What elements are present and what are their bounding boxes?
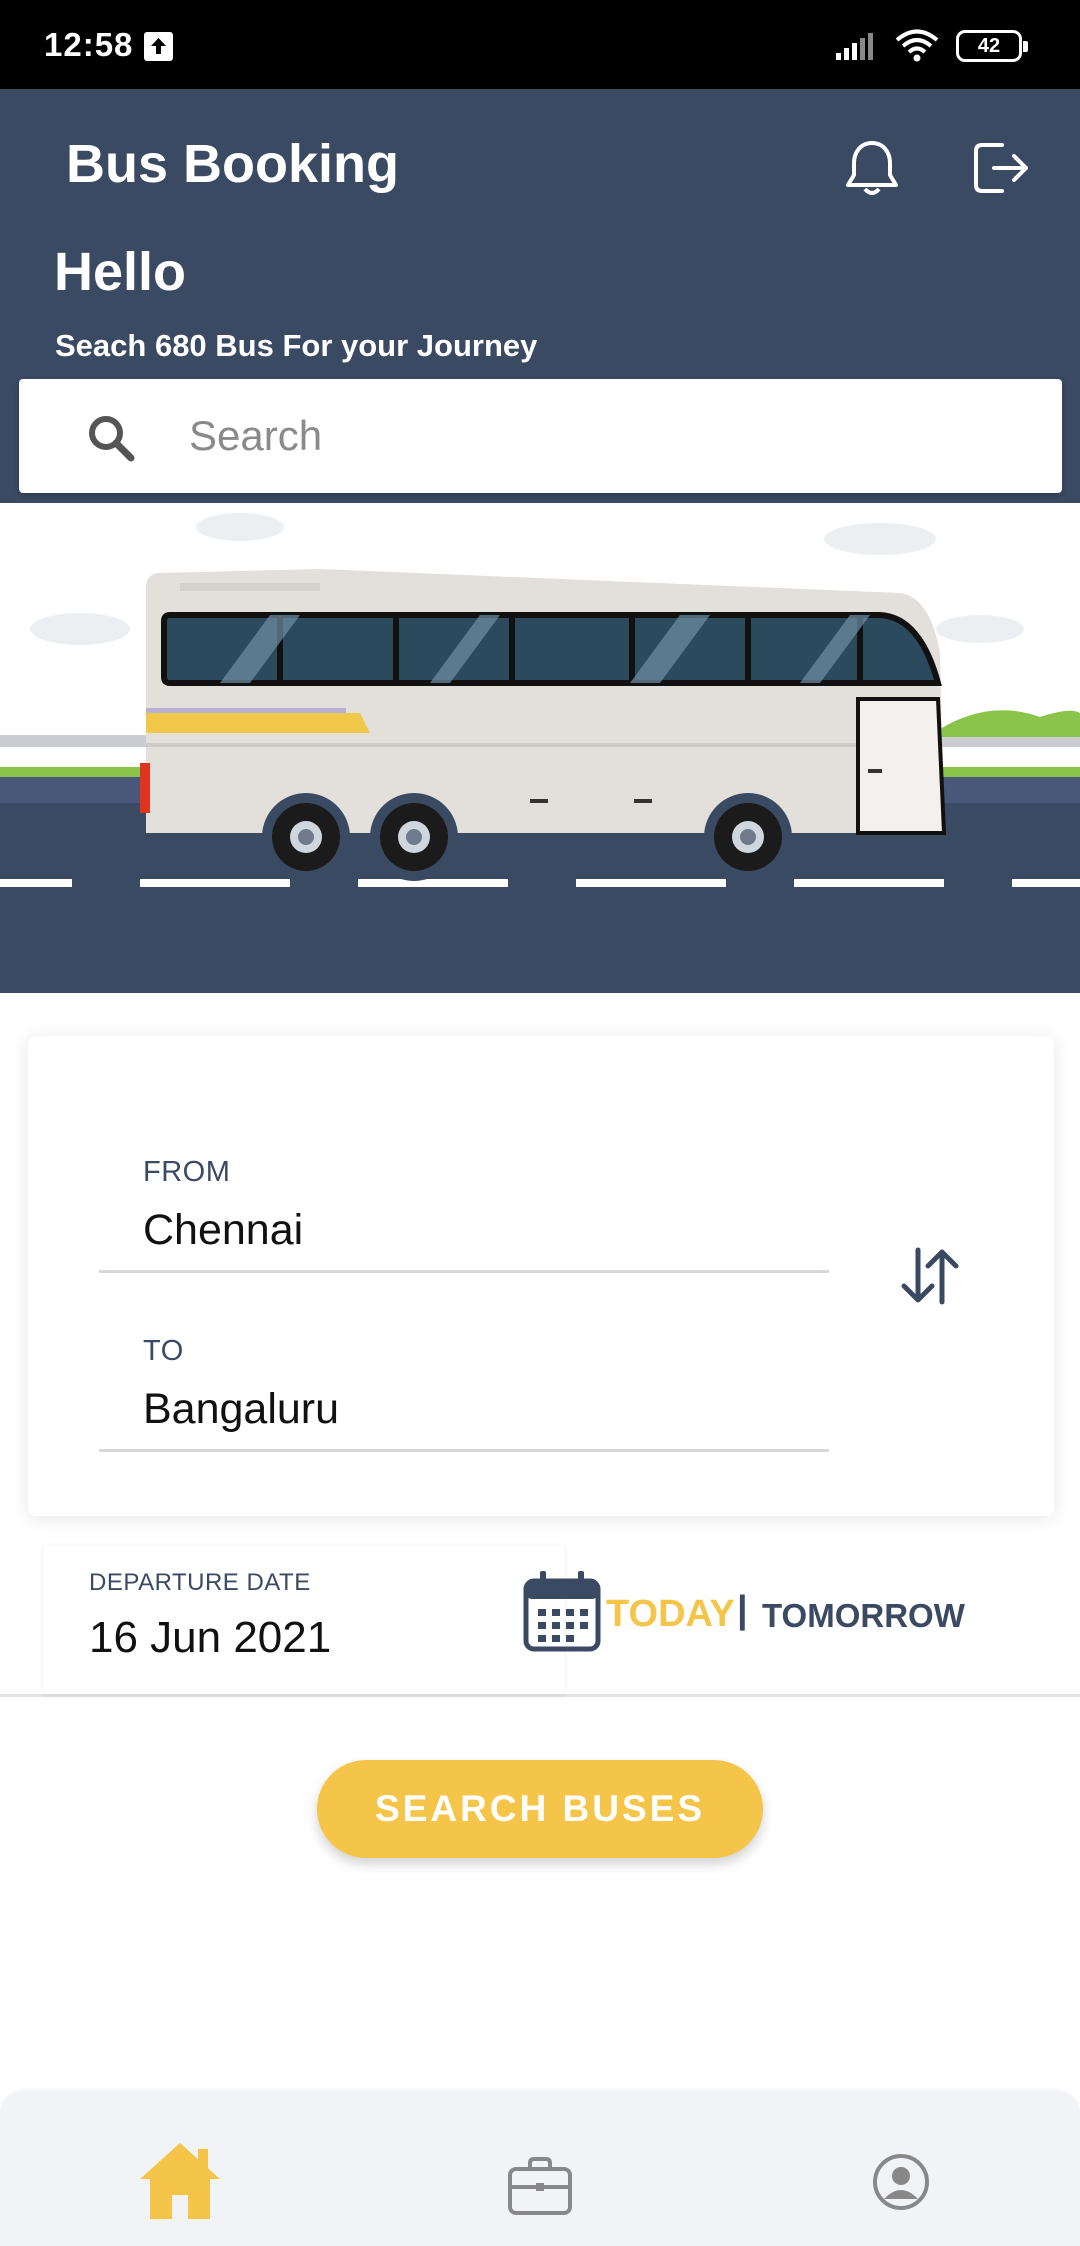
departure-value[interactable]: 16 Jun 2021 [89,1613,331,1663]
home-icon[interactable] [136,2139,224,2223]
to-value[interactable]: Bangaluru [143,1385,339,1434]
route-card: FROM Chennai TO Bangaluru [28,1036,1054,1516]
tomorrow-option[interactable]: TOMORROW [762,1597,965,1635]
battery-icon: 42 [956,30,1028,62]
today-option[interactable]: TODAY [606,1593,735,1636]
greeting: Hello [54,242,187,302]
bus-banner-image [0,503,1080,993]
departure-row: DEPARTURE DATE 16 Jun 2021 TODAY | TOMOR… [0,1545,1080,1697]
to-label: TO [143,1335,184,1367]
status-icons: 42 [834,28,1028,64]
wifi-icon [895,29,939,62]
upload-icon [144,32,173,61]
calendar-icon[interactable] [522,1569,602,1653]
subtitle: Seach 680 Bus For your Journey [55,328,538,363]
bell-icon[interactable] [838,135,906,203]
search-bar[interactable] [19,379,1062,493]
departure-label: DEPARTURE DATE [89,1569,311,1596]
from-field[interactable]: FROM Chennai [99,1136,829,1273]
search-buses-button[interactable]: SEARCH BUSES [317,1760,763,1858]
search-input[interactable] [189,403,1029,469]
profile-icon[interactable] [872,2153,930,2211]
status-bar: 12:58 42 [0,0,1080,89]
battery-level: 42 [977,34,1001,57]
date-separator: | [737,1589,748,1631]
search-icon [85,412,137,464]
signal-icon [836,33,873,60]
bottom-nav [0,2091,1080,2246]
logout-icon[interactable] [968,135,1034,201]
to-field[interactable]: TO Bangaluru [99,1315,829,1452]
briefcase-icon[interactable] [506,2155,574,2217]
app-title: Bus Booking [66,134,399,194]
swap-icon[interactable] [890,1236,970,1316]
departure-date-field[interactable]: DEPARTURE DATE 16 Jun 2021 [44,1545,601,1694]
from-label: FROM [143,1156,231,1188]
from-value[interactable]: Chennai [143,1206,303,1255]
status-time: 12:58 [44,26,134,63]
